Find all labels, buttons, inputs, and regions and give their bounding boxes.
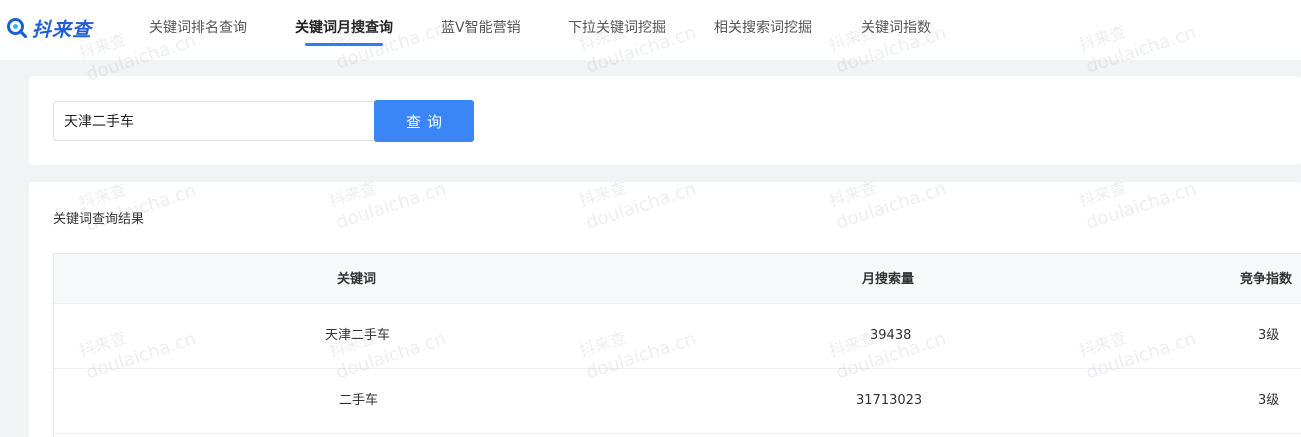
cell-monthly-search: 39438	[870, 328, 912, 343]
cell-competition: 3级	[1258, 328, 1280, 343]
cell-monthly-search: 31713023	[856, 393, 923, 408]
column-header-keyword: 关键词	[337, 272, 377, 287]
query-button[interactable]: 查询	[374, 100, 474, 142]
nav-keyword-ranking[interactable]: 关键词排名查询	[149, 17, 247, 39]
table-row[interactable]: 天津二手车 39438 3级	[54, 304, 1301, 369]
nav-dropdown-keyword-mining[interactable]: 下拉关键词挖掘	[568, 17, 666, 39]
cell-competition: 3级	[1258, 393, 1280, 408]
column-header-monthly-search: 月搜索量	[862, 272, 915, 287]
results-table: 关键词 月搜索量 竞争指数 天津二手车 39438 3级 二手车 3171302…	[53, 253, 1301, 437]
cell-keyword: 二手车	[339, 393, 379, 408]
cell-keyword: 天津二手车	[325, 328, 391, 343]
table-row[interactable]: 二手车 31713023 3级	[54, 369, 1301, 434]
magnifier-logo-icon	[6, 17, 28, 39]
top-navigation-bar: 抖来查 关键词排名查询 关键词月搜查询 蓝V智能营销 下拉关键词挖掘 相关搜索词…	[0, 0, 1301, 60]
column-header-competition: 竞争指数	[1240, 272, 1293, 287]
table-header: 关键词 月搜索量 竞争指数	[54, 254, 1301, 304]
active-tab-indicator	[305, 43, 383, 46]
nav-keyword-index[interactable]: 关键词指数	[861, 17, 931, 39]
nav-related-search-mining[interactable]: 相关搜索词挖掘	[714, 17, 812, 39]
keyword-search-input[interactable]	[53, 101, 375, 141]
nav-keyword-monthly-search[interactable]: 关键词月搜查询	[295, 17, 393, 39]
results-title: 关键词查询结果	[53, 212, 145, 227]
logo[interactable]: 抖来查	[6, 14, 92, 42]
nav-bluev-marketing[interactable]: 蓝V智能营销	[441, 17, 521, 39]
logo-text: 抖来查	[32, 18, 93, 41]
